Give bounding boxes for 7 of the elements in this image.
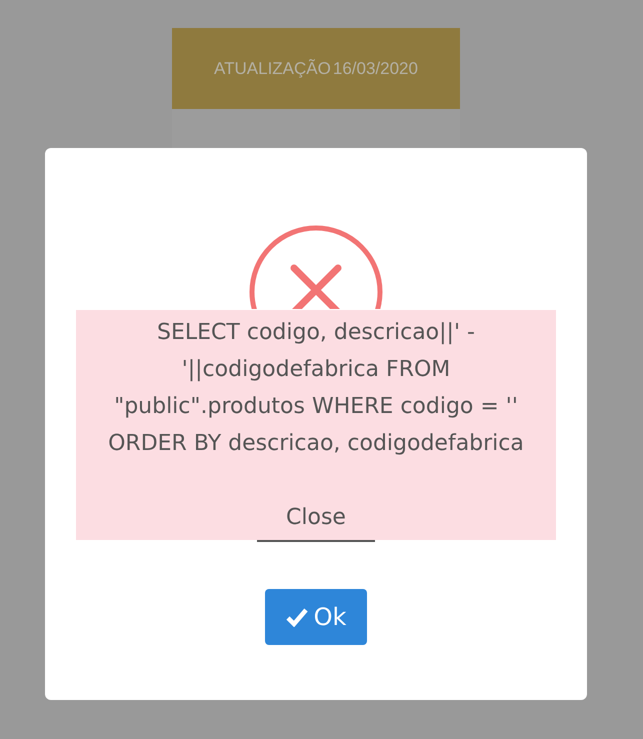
check-icon [286, 607, 308, 627]
header-label: ATUALIZAÇÃO [214, 58, 331, 78]
error-message: SELECT codigo, descricao||' - '||codigodefabrica FROM "public".produtos WHERE codigo = '' ORDER BY descricao, codigodefabrica [108, 319, 524, 458]
close-link[interactable]: Close [286, 499, 346, 536]
header-date: 16/03/2020 [332, 58, 418, 78]
error-icon [249, 225, 383, 309]
ok-button[interactable]: Ok [265, 589, 367, 645]
